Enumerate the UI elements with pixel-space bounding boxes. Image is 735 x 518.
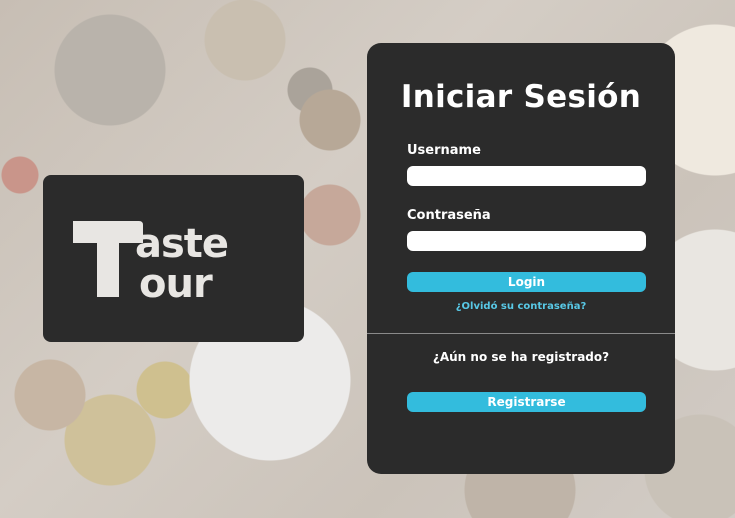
login-page: aste our Iniciar Sesión Username Contras… <box>0 0 735 518</box>
logo-card: aste our <box>43 175 304 342</box>
password-input[interactable] <box>407 231 646 251</box>
divider <box>367 333 675 334</box>
register-button[interactable]: Registrarse <box>407 392 646 412</box>
username-input[interactable] <box>407 166 646 186</box>
login-button[interactable]: Login <box>407 272 646 292</box>
forgot-password-link[interactable]: ¿Olvidó su contraseña? <box>367 301 675 312</box>
username-label: Username <box>407 143 481 158</box>
tastetour-logo: aste our <box>73 221 229 303</box>
login-card: Iniciar Sesión Username Contraseña Login… <box>367 43 675 474</box>
register-prompt: ¿Aún no se ha registrado? <box>432 350 610 364</box>
page-title: Iniciar Sesión <box>400 79 642 115</box>
logo-text-line2: our <box>139 261 213 303</box>
password-label: Contraseña <box>407 208 491 223</box>
logo-t-shape <box>73 221 143 297</box>
